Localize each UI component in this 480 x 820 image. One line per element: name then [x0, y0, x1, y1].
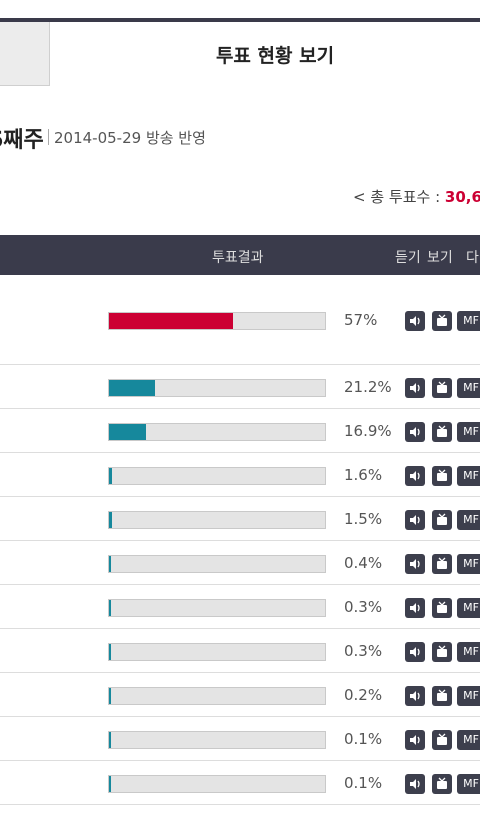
vote-bar-fill — [109, 776, 111, 792]
speaker-icon[interactable] — [405, 378, 425, 398]
mp3-icon[interactable]: MF — [457, 311, 480, 331]
speaker-icon[interactable] — [405, 554, 425, 574]
speaker-icon[interactable] — [405, 510, 425, 530]
vote-row: 21.2% MF — [0, 365, 480, 409]
tv-icon[interactable] — [432, 510, 452, 530]
vote-percent: 0.3% — [344, 642, 383, 660]
total-votes-value: 30,63 — [444, 188, 480, 206]
vote-bar-track — [108, 467, 326, 485]
vote-row: 1.6% MF — [0, 453, 480, 497]
vote-row: 0.4% MF — [0, 541, 480, 585]
mp3-icon[interactable]: MF — [457, 598, 480, 618]
speaker-icon[interactable] — [405, 422, 425, 442]
vote-bar-fill — [109, 556, 111, 572]
speaker-icon[interactable] — [405, 774, 425, 794]
speaker-icon[interactable] — [405, 598, 425, 618]
vote-bar-fill — [109, 600, 111, 616]
vote-bar-fill — [109, 424, 146, 440]
header-listen: 듣기 — [395, 250, 421, 266]
tv-icon[interactable] — [432, 311, 452, 331]
mp3-icon[interactable]: MF — [457, 774, 480, 794]
speaker-icon[interactable] — [405, 311, 425, 331]
tv-icon[interactable] — [432, 774, 452, 794]
vote-row: 57% MF — [0, 275, 480, 365]
vote-percent: 57% — [344, 311, 378, 329]
speaker-icon[interactable] — [405, 642, 425, 662]
vote-bar-track — [108, 687, 326, 705]
vote-bar-fill — [109, 688, 111, 704]
header-result: 투표결과 — [212, 250, 264, 266]
vote-bar-fill — [109, 313, 234, 329]
header-watch: 보기 — [427, 250, 453, 266]
vote-row: 1.5% MF — [0, 497, 480, 541]
mp3-icon[interactable]: MF — [457, 510, 480, 530]
vote-row: 16.9% MF — [0, 409, 480, 453]
vote-percent: 16.9% — [344, 422, 392, 440]
vote-bar-track — [108, 775, 326, 793]
table-header: 투표결과 듣기 보기 다 — [0, 235, 480, 275]
tv-icon[interactable] — [432, 598, 452, 618]
tv-icon[interactable] — [432, 554, 452, 574]
tv-icon[interactable] — [432, 466, 452, 486]
vote-bar-fill — [109, 512, 113, 528]
tv-icon[interactable] — [432, 422, 452, 442]
vote-percent: 0.1% — [344, 730, 383, 748]
vote-bar-fill — [109, 644, 111, 660]
total-votes: < 총 투표수 : 30,63 — [353, 186, 480, 207]
mp3-icon[interactable]: MF — [457, 554, 480, 574]
vote-bar-track — [108, 511, 326, 529]
tv-icon[interactable] — [432, 730, 452, 750]
vote-percent: 0.1% — [344, 774, 383, 792]
vote-percent: 1.5% — [344, 510, 383, 528]
tv-icon[interactable] — [432, 642, 452, 662]
broadcast-date: 2014-05-29 방송 반영 — [54, 129, 206, 147]
vote-bar-track — [108, 423, 326, 441]
speaker-icon[interactable] — [405, 730, 425, 750]
vote-percent: 21.2% — [344, 378, 392, 396]
vote-bar-track — [108, 643, 326, 661]
vote-bar-track — [108, 379, 326, 397]
mp3-icon[interactable]: MF — [457, 730, 480, 750]
vote-percent: 0.3% — [344, 598, 383, 616]
separator — [48, 129, 49, 145]
mp3-icon[interactable]: MF — [457, 466, 480, 486]
vote-percent: 1.6% — [344, 466, 383, 484]
vote-row: 0.1% MF — [0, 717, 480, 761]
vote-percent: 0.4% — [344, 554, 383, 572]
week-label: 6째주 — [0, 128, 44, 153]
vote-bar-fill — [109, 468, 113, 484]
vote-row: 0.2% MF — [0, 673, 480, 717]
vote-row: 0.3% MF — [0, 585, 480, 629]
vote-bar-track — [108, 312, 326, 330]
vote-row: 0.3% MF — [0, 629, 480, 673]
vote-percent: 0.2% — [344, 686, 383, 704]
vote-bar-fill — [109, 380, 156, 396]
page-title: 투표 현황 보기 — [215, 45, 335, 67]
mp3-icon[interactable]: MF — [457, 422, 480, 442]
vote-bar-track — [108, 599, 326, 617]
vote-bar-track — [108, 731, 326, 749]
mp3-icon[interactable]: MF — [457, 378, 480, 398]
vote-row: 0.1% MF — [0, 761, 480, 805]
mp3-icon[interactable]: MF — [457, 686, 480, 706]
speaker-icon[interactable] — [405, 466, 425, 486]
top-divider — [0, 18, 480, 22]
speaker-icon[interactable] — [405, 686, 425, 706]
tv-icon[interactable] — [432, 686, 452, 706]
vote-bar-fill — [109, 732, 111, 748]
tv-icon[interactable] — [432, 378, 452, 398]
total-votes-label: < 총 투표수 : — [353, 188, 445, 206]
mp3-icon[interactable]: MF — [457, 642, 480, 662]
header-more: 다 — [466, 250, 479, 266]
vote-bar-track — [108, 555, 326, 573]
